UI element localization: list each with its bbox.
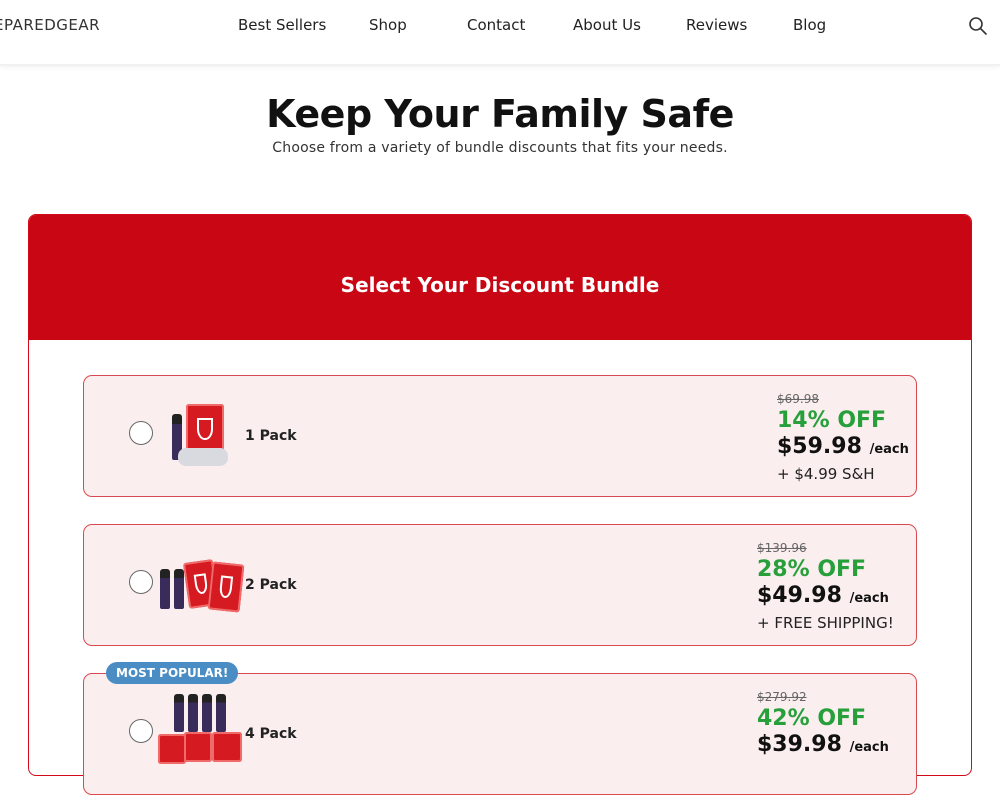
nav-contact[interactable]: Contact [467,16,525,34]
nav-reviews[interactable]: Reviews [686,16,747,34]
radio-button[interactable] [129,421,153,445]
bundle-option-1-pack[interactable]: 1 Pack $69.98 14% OFF $59.98 /each + $4.… [83,375,917,497]
original-price: $279.92 [757,690,807,704]
sale-price: $39.98 [757,732,842,757]
radio-button[interactable] [129,570,153,594]
nav-about-us[interactable]: About Us [573,16,641,34]
pack-label: 4 Pack [245,726,297,742]
price-block: $69.98 14% OFF $59.98 /each + $4.99 S&H [777,392,909,483]
shipping-note: + FREE SHIPPING! [757,614,894,632]
original-price: $139.96 [757,541,807,555]
site-header: EPAREDGEAR Best Sellers Shop Contact Abo… [0,0,1000,64]
sale-price: $49.98 [757,583,842,608]
pack-label: 1 Pack [245,428,297,444]
per-unit-label: /each [849,740,889,755]
product-image [158,684,244,764]
product-image [160,535,245,625]
bundle-card-header: Select Your Discount Bundle [29,215,971,340]
product-image [172,386,234,476]
original-price: $69.98 [777,392,819,406]
most-popular-badge: MOST POPULAR! [106,662,239,684]
discount-percent: 14% OFF [777,408,887,433]
bundle-option-4-pack[interactable]: 4 Pack $279.92 42% OFF $39.98 /each [83,673,917,795]
brand-logo[interactable]: EPAREDGEAR [0,16,100,34]
price-block: $139.96 28% OFF $49.98 /each + FREE SHIP… [757,541,894,632]
nav-blog[interactable]: Blog [793,16,826,34]
discount-percent: 28% OFF [757,557,867,582]
search-icon[interactable] [968,16,988,36]
nav-best-sellers[interactable]: Best Sellers [238,16,326,34]
discount-percent: 42% OFF [757,706,867,731]
bundle-option-2-pack[interactable]: 2 Pack $139.96 28% OFF $49.98 /each + FR… [83,524,917,646]
shipping-note: + $4.99 S&H [777,465,875,483]
nav-shop[interactable]: Shop [369,16,407,34]
pack-label: 2 Pack [245,577,297,593]
sale-price: $59.98 [777,434,862,459]
radio-button[interactable] [129,719,153,743]
page-title: Keep Your Family Safe [266,92,734,136]
per-unit-label: /each [869,442,909,457]
bundle-card-title: Select Your Discount Bundle [340,273,660,297]
price-block: $279.92 42% OFF $39.98 /each [757,690,889,761]
header-divider [0,64,1000,66]
per-unit-label: /each [849,591,889,606]
page-subtitle: Choose from a variety of bundle discount… [272,140,728,156]
